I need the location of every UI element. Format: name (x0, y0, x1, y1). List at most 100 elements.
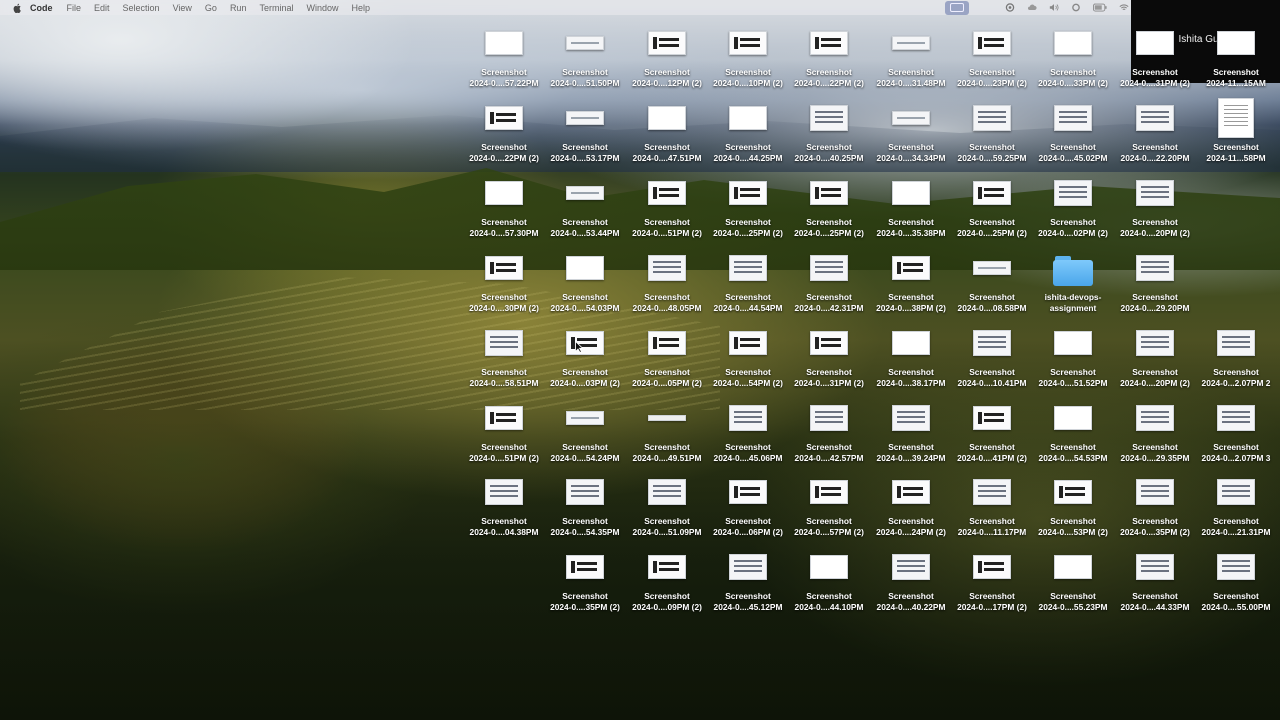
desktop-file[interactable]: Screenshot 2024-0....05PM (2) (626, 322, 708, 388)
desktop-file[interactable]: Screenshot 2024-0....20PM (2) (1114, 322, 1196, 388)
menu-view[interactable]: View (173, 3, 192, 13)
desktop-file[interactable]: Screenshot 2024-0....54.03PM (544, 247, 626, 313)
desktop-file[interactable]: Screenshot 2024-0....22.20PM (1114, 97, 1196, 163)
screenshot-thumbnail-icon (485, 256, 523, 280)
desktop-file[interactable]: Screenshot 2024-0....23PM (2) (951, 22, 1033, 88)
desktop-file[interactable]: Screenshot 2024-0....54.24PM (544, 397, 626, 463)
desktop-file[interactable]: Screenshot 2024-0....10.41PM (951, 322, 1033, 388)
desktop-file[interactable]: Screenshot 2024-0....51PM (2) (463, 397, 545, 463)
battery-icon[interactable] (1093, 3, 1107, 12)
desktop-file[interactable]: Screenshot 2024-0...2.07PM 3 (1195, 397, 1277, 463)
desktop-file[interactable]: Screenshot 2024-0....49.51PM (626, 397, 708, 463)
desktop-file[interactable]: Screenshot 2024-0....45.02PM (1032, 97, 1114, 163)
desktop-file[interactable]: Screenshot 2024-0....51.50PM (544, 22, 626, 88)
menu-go[interactable]: Go (205, 3, 217, 13)
desktop-file[interactable]: Screenshot 2024-0....17PM (2) (951, 546, 1033, 612)
thumbnail-line (897, 117, 925, 119)
desktop-file[interactable]: Screenshot 2024-0....58.51PM (463, 322, 545, 388)
desktop-file[interactable]: Screenshot 2024-0....06PM (2) (707, 471, 789, 537)
folder-item[interactable]: ishita-devops-assignment (1032, 247, 1114, 313)
desktop-file[interactable]: Screenshot 2024-0....35PM (2) (1114, 471, 1196, 537)
thumbnail-line (1141, 346, 1169, 348)
desktop-file[interactable]: Screenshot 2024-0....54.35PM (544, 471, 626, 537)
thumbnail-line (740, 338, 760, 341)
desktop-file[interactable]: Screenshot 2024-0....53.17PM (544, 97, 626, 163)
desktop-file[interactable]: Screenshot 2024-0....53.44PM (544, 172, 626, 238)
desktop-file[interactable]: Screenshot 2024-0....20PM (2) (1114, 172, 1196, 238)
desktop-file[interactable]: Screenshot 2024-0....34.34PM (870, 97, 952, 163)
desktop-file[interactable]: Screenshot 2024-0....51.09PM (626, 471, 708, 537)
desktop-file[interactable]: Screenshot 2024-0....45.06PM (707, 397, 789, 463)
desktop-file[interactable]: Screenshot 2024-0....11.17PM (951, 471, 1033, 537)
desktop-file[interactable]: Screenshot 2024-0....12PM (2) (626, 22, 708, 88)
desktop-file[interactable]: Screenshot 2024-0....25PM (2) (788, 172, 870, 238)
desktop-file[interactable]: Screenshot 2024-0....44.54PM (707, 247, 789, 313)
desktop-file[interactable]: Screenshot 2024-0....04.38PM (463, 471, 545, 537)
menu-window[interactable]: Window (306, 3, 338, 13)
desktop-file[interactable]: Screenshot 2024-11...15AM (1195, 22, 1277, 88)
menu-edit[interactable]: Edit (94, 3, 110, 13)
focus-icon[interactable] (1005, 3, 1015, 12)
settings-icon[interactable] (1071, 3, 1081, 12)
desktop-file[interactable]: Screenshot 2024-0....08.58PM (951, 247, 1033, 313)
desktop-file[interactable]: Screenshot 2024-0....39.24PM (870, 397, 952, 463)
desktop-file[interactable]: Screenshot 2024-0....48.05PM (626, 247, 708, 313)
desktop-file[interactable]: Screenshot 2024-0....57.30PM (463, 172, 545, 238)
desktop-file[interactable]: Screenshot 2024-0....25PM (2) (951, 172, 1033, 238)
cloud-icon[interactable] (1027, 3, 1037, 12)
desktop-file[interactable]: Screenshot 2024-0....41PM (2) (951, 397, 1033, 463)
desktop-file[interactable]: Screenshot 2024-0....54.53PM (1032, 397, 1114, 463)
desktop-file[interactable]: Screenshot 2024-0....30PM (2) (463, 247, 545, 313)
menu-selection[interactable]: Selection (123, 3, 160, 13)
desktop-file[interactable]: Screenshot 2024-0....51PM (2) (626, 172, 708, 238)
desktop-file[interactable]: Screenshot 2024-0....38PM (2) (870, 247, 952, 313)
menu-run[interactable]: Run (230, 3, 247, 13)
desktop-file[interactable]: Screenshot 2024-0....51.52PM (1032, 322, 1114, 388)
desktop-file[interactable]: Screenshot 2024-0....03PM (2) (544, 322, 626, 388)
desktop-file[interactable]: Screenshot 2024-0....22PM (2) (788, 22, 870, 88)
desktop-file[interactable]: Screenshot 2024-0....57.22PM (463, 22, 545, 88)
desktop-file[interactable]: Screenshot 2024-0....31PM (2) (788, 322, 870, 388)
desktop-file[interactable]: Screenshot 2024-0....29.20PM (1114, 247, 1196, 313)
desktop-file[interactable]: Screenshot 2024-0....45.12PM (707, 546, 789, 612)
app-menu-code[interactable]: Code (30, 3, 53, 13)
desktop-file[interactable]: Screenshot 2024-0....02PM (2) (1032, 172, 1114, 238)
desktop-file[interactable]: Screenshot 2024-0....57PM (2) (788, 471, 870, 537)
desktop-file[interactable]: Screenshot 2024-0....55.00PM (1195, 546, 1277, 612)
desktop-file[interactable]: Screenshot 2024-0....44.33PM (1114, 546, 1196, 612)
desktop-file[interactable]: Screenshot 2024-0....31PM (2) (1114, 22, 1196, 88)
desktop-file[interactable]: Screenshot 2024-0....59.25PM (951, 97, 1033, 163)
desktop-file[interactable]: Screenshot 2024-0...2.07PM 2 (1195, 322, 1277, 388)
menu-terminal[interactable]: Terminal (259, 3, 293, 13)
desktop-file[interactable]: Screenshot 2024-0....42.31PM (788, 247, 870, 313)
file-label: Screenshot 2024-0....40.22PM (870, 591, 952, 612)
desktop-file[interactable]: Screenshot 2024-0....22PM (2) (463, 97, 545, 163)
menu-help[interactable]: Help (351, 3, 370, 13)
desktop-file[interactable]: Screenshot 2024-11...58PM (1195, 97, 1277, 163)
desktop-file[interactable]: Screenshot 2024-0....24PM (2) (870, 471, 952, 537)
desktop-file[interactable]: Screenshot 2024-0....44.25PM (707, 97, 789, 163)
desktop-file[interactable]: Screenshot 2024-0....35.38PM (870, 172, 952, 238)
desktop-file[interactable]: Screenshot 2024-0....09PM (2) (626, 546, 708, 612)
desktop-file[interactable]: Screenshot 2024-0....29.35PM (1114, 397, 1196, 463)
screen-mirror-icon[interactable] (945, 0, 969, 15)
desktop-file[interactable]: Screenshot 2024-0....31.48PM (870, 22, 952, 88)
desktop-file[interactable]: Screenshot 2024-0....42.57PM (788, 397, 870, 463)
desktop-file[interactable]: Screenshot 2024-0....25PM (2) (707, 172, 789, 238)
menu-file[interactable]: File (67, 3, 82, 13)
wifi-icon[interactable] (1119, 3, 1129, 12)
desktop-file[interactable]: Screenshot 2024-0....33PM (2) (1032, 22, 1114, 88)
apple-menu-icon[interactable] (12, 3, 22, 13)
desktop-file[interactable]: Screenshot 2024-0....53PM (2) (1032, 471, 1114, 537)
desktop-file[interactable]: Screenshot 2024-0....38.17PM (870, 322, 952, 388)
desktop-file[interactable]: Screenshot 2024-0....54PM (2) (707, 322, 789, 388)
volume-icon[interactable] (1049, 3, 1059, 12)
desktop-file[interactable]: Screenshot 2024-0....44.10PM (788, 546, 870, 612)
desktop-file[interactable]: Screenshot 2024-0....35PM (2) (544, 546, 626, 612)
desktop-file[interactable]: Screenshot 2024-0....55.23PM (1032, 546, 1114, 612)
desktop-file[interactable]: Screenshot 2024-0....40.22PM (870, 546, 952, 612)
desktop-file[interactable]: Screenshot 2024-0....10PM (2) (707, 22, 789, 88)
desktop-file[interactable]: Screenshot 2024-0....40.25PM (788, 97, 870, 163)
desktop-file[interactable]: Screenshot 2024-0....47.51PM (626, 97, 708, 163)
desktop-file[interactable]: Screenshot 2024-0....21.31PM (1195, 471, 1277, 537)
